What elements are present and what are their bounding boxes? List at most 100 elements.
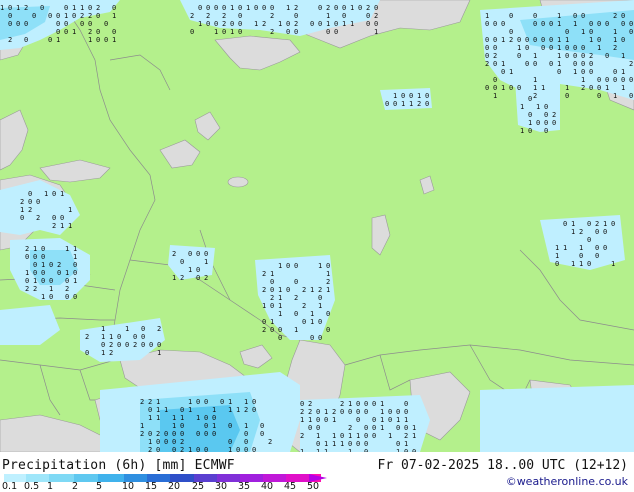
precip-marker: 0 [238, 4, 242, 12]
precip-marker: 0 [565, 92, 569, 100]
precip-marker: 1 [172, 274, 176, 282]
precip-marker: 1 [581, 28, 585, 36]
precip-marker: 0 [589, 84, 593, 92]
precip-marker: 0 [605, 52, 609, 60]
precipitation-map: 1 0 1 2 0 0 1 1 0 2 00 0 0 0 1 0 2 2 0 10 0 0 0 0 0 0 00 0 1 2 0 02 0 0 1 1… [0, 0, 634, 452]
precip-marker: 0 [587, 260, 591, 268]
precip-marker: 0 [334, 20, 338, 28]
precip-marker: 1 [533, 84, 537, 92]
precip-iran-east [480, 385, 634, 452]
precip-marker: 2 [294, 294, 298, 302]
precip-marker: 0 [206, 20, 210, 28]
precip-marker: 0 [581, 68, 585, 76]
precip-marker: 0 [148, 406, 152, 414]
precip-marker: 1 [310, 310, 314, 318]
precip-marker: 0 [270, 286, 274, 294]
precip-marker: 0 [60, 214, 64, 222]
precip-marker: 0 [254, 4, 258, 12]
precip-marker: 1 [188, 398, 192, 406]
precip-marker: 0 [25, 253, 29, 261]
precip-marker: 0 [563, 220, 567, 228]
precip-marker: 2 [80, 12, 84, 20]
precip-marker: 2 [533, 92, 537, 100]
precip-marker: 0 [364, 440, 368, 448]
precip-marker: 2 [581, 84, 585, 92]
precip-marker: 1 [164, 406, 168, 414]
precip-marker: 1 [340, 440, 344, 448]
precip-marker: 1 [41, 293, 45, 301]
precip-marker: 0 [101, 341, 105, 349]
precip-marker: 0 [348, 440, 352, 448]
precip-marker: 0 [214, 4, 218, 12]
precip-marker: 2 [595, 220, 599, 228]
precip-marker: 0 [372, 432, 376, 440]
precip-marker: 2 [374, 12, 378, 20]
precip-marker: 1 [573, 20, 577, 28]
precip-marker: 2 [485, 60, 489, 68]
precip-marker: 0 [372, 416, 376, 424]
precip-marker: 0 [525, 60, 529, 68]
precip-marker: 0 [260, 422, 264, 430]
precip-marker: 0 [485, 84, 489, 92]
precip-marker: 0 [528, 111, 532, 119]
precip-marker: 0 [396, 408, 400, 416]
precip-marker: 0 [326, 262, 330, 270]
precip-marker: 0 [238, 28, 242, 36]
precip-marker: 0 [41, 245, 45, 253]
precip-marker: 2 [180, 274, 184, 282]
precip-marker: 0 [549, 60, 553, 68]
precip-marker: 0 [595, 252, 599, 260]
precip-marker: 1 [204, 258, 208, 266]
precip-marker: 0 [180, 258, 184, 266]
precip-marker: 1 [555, 244, 559, 252]
precip-marker: 1 [65, 245, 69, 253]
color-scale-label: 2 [72, 481, 79, 492]
precip-marker: 0 [133, 333, 137, 341]
precip-marker: 1 [557, 12, 561, 20]
precip-marker: 0 [52, 190, 56, 198]
precip-marker: 1 [603, 220, 607, 228]
precip-marker: 1 [326, 286, 330, 294]
precip-marker: 1 [188, 406, 192, 414]
precip-marker: 2 [172, 250, 176, 258]
precip-marker: 0 [294, 278, 298, 286]
precip-marker: 0 [409, 92, 413, 100]
precip-marker: 0 [595, 228, 599, 236]
precip-marker: 1 [573, 68, 577, 76]
precip-marker: 0 [549, 36, 553, 44]
precip-marker: 0 [141, 341, 145, 349]
precip-marker: 1 [350, 4, 354, 12]
precip-marker: 0 [366, 12, 370, 20]
precip-marker: 1 [557, 44, 561, 52]
precip-marker: 0 [300, 400, 304, 408]
precip-marker: 1 [214, 28, 218, 36]
precip-marker: 1 [41, 261, 45, 269]
precip-marker: 0 [374, 20, 378, 28]
precip-marker: 0 [404, 408, 408, 416]
precip-marker: 0 [372, 424, 376, 432]
precip-marker: 1 [613, 28, 617, 36]
precip-marker: 0 [180, 430, 184, 438]
precip-marker: 0 [603, 228, 607, 236]
precip-marker: 0 [493, 20, 497, 28]
precip-marker: 0 [326, 28, 330, 36]
credit-link[interactable]: ©weatheronline.co.uk [506, 475, 628, 488]
precip-marker: 0 [204, 414, 208, 422]
precip-marker: 1 [520, 103, 524, 111]
precip-marker: 0 [316, 416, 320, 424]
precip-marker: 1 [44, 190, 48, 198]
precip-marker: 0 [302, 318, 306, 326]
precip-marker: 0 [509, 28, 513, 36]
precip-marker: 0 [358, 4, 362, 12]
precip-marker: 2 [326, 278, 330, 286]
precip-marker: 0 [493, 36, 497, 44]
precip-marker: 1 [417, 92, 421, 100]
precip-marker: 0 [356, 408, 360, 416]
precip-marker: 2 [493, 52, 497, 60]
precip-marker: 2 [206, 12, 210, 20]
precip-marker: 0 [157, 341, 161, 349]
precip-marker: 0 [374, 4, 378, 12]
precip-marker: 0 [96, 12, 100, 20]
precip-marker: 2 [262, 20, 266, 28]
precip-marker: 1 [65, 269, 69, 277]
